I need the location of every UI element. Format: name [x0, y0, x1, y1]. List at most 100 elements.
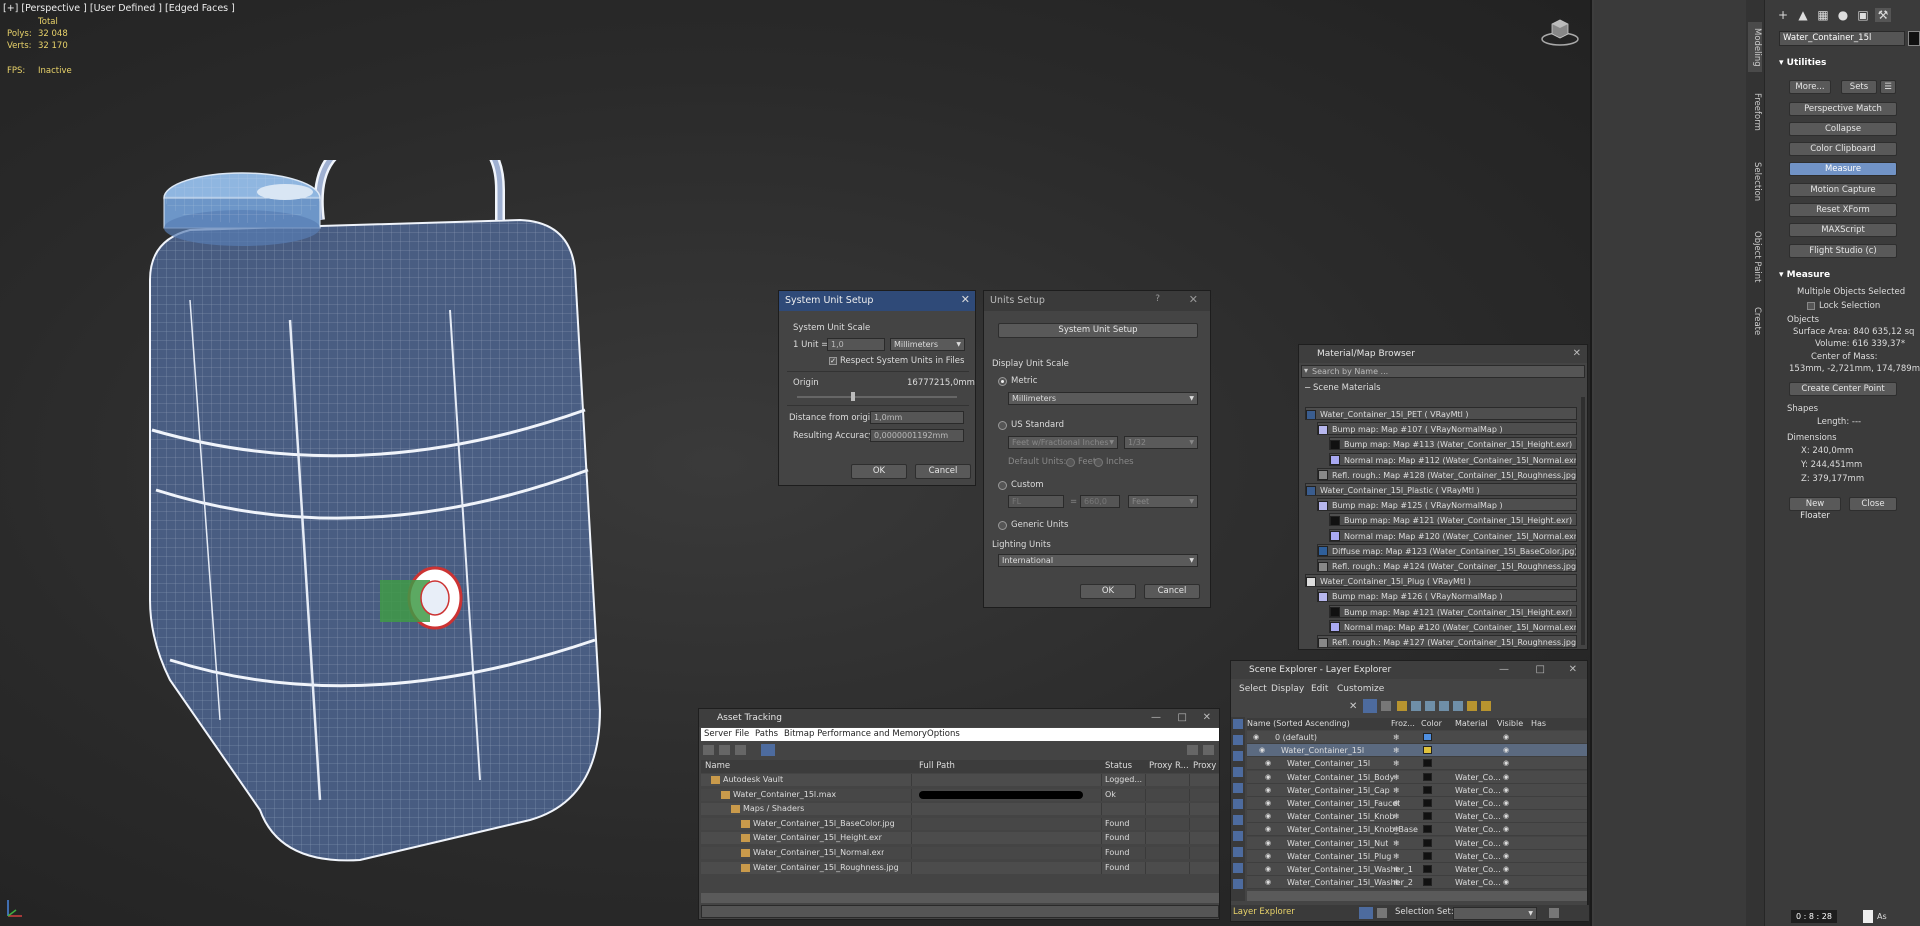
- custom-unit-dropdown[interactable]: Feet: [1128, 495, 1198, 508]
- layer-row[interactable]: ◉ Water_Container_15l ❄ ◉: [1247, 757, 1587, 771]
- visible-icon[interactable]: ◉: [1503, 810, 1509, 823]
- eye-icon[interactable]: ◉: [1265, 850, 1271, 863]
- generic-units-radio[interactable]: [998, 521, 1007, 530]
- menu-bitmap-performance[interactable]: Bitmap Performance and Memory: [784, 728, 927, 741]
- new-floater-button[interactable]: New Floater: [1789, 497, 1841, 521]
- layer-tool-icon-1[interactable]: [1397, 701, 1407, 711]
- material-row[interactable]: Refl. rough.: Map #128 (Water_Container_…: [1317, 467, 1577, 481]
- material-search-box[interactable]: ▾ Search by Name ...: [1301, 365, 1585, 378]
- tab-create[interactable]: Create: [1748, 302, 1762, 340]
- system-unit-setup-title[interactable]: System Unit Setup: [779, 291, 975, 311]
- column-frozen[interactable]: Froz...: [1391, 718, 1415, 730]
- visible-icon[interactable]: ◉: [1503, 863, 1509, 876]
- maximize-icon[interactable]: □: [1536, 661, 1545, 679]
- eye-icon[interactable]: ◉: [1265, 810, 1271, 823]
- visible-icon[interactable]: ◉: [1503, 837, 1509, 850]
- asset-row[interactable]: Water_Container_15l_BaseColor.jpg Found: [701, 817, 1219, 830]
- material-row[interactable]: Bump map: Map #126 ( VRayNormalMap ): [1317, 589, 1577, 603]
- toolbar-icon-1[interactable]: [703, 745, 714, 755]
- menu-display[interactable]: Display: [1271, 683, 1304, 696]
- configure-sets-icon[interactable]: ☰: [1880, 80, 1896, 94]
- layer-color-swatch[interactable]: [1423, 851, 1432, 860]
- tab-object-paint[interactable]: Object Paint: [1748, 228, 1762, 286]
- sets-button[interactable]: Sets: [1841, 80, 1877, 94]
- side-tool-icon-5[interactable]: [1233, 783, 1243, 793]
- layer-row[interactable]: ◉ 0 (default) ❄ ◉: [1247, 731, 1587, 744]
- side-tool-icon-1[interactable]: [1233, 719, 1243, 729]
- material-row[interactable]: Bump map: Map #121 (Water_Container_15l_…: [1329, 604, 1577, 618]
- cancel-button[interactable]: Cancel: [915, 464, 971, 479]
- layer-color-swatch[interactable]: [1423, 733, 1432, 741]
- object-name-field[interactable]: Water_Container_15l: [1779, 31, 1905, 46]
- column-status[interactable]: Status: [1105, 760, 1132, 773]
- freeze-icon[interactable]: ❄: [1393, 863, 1400, 876]
- freeze-icon[interactable]: ❄: [1393, 784, 1400, 797]
- eye-icon[interactable]: ◉: [1265, 837, 1271, 850]
- side-tool-icon-8[interactable]: [1233, 831, 1243, 841]
- help-icon[interactable]: ?: [1155, 294, 1160, 304]
- layer-row[interactable]: ◉ Water_Container_15l_Washer_1 ❄ Water_Co..…: [1247, 863, 1587, 876]
- material-row[interactable]: Diffuse map: Map #123 (Water_Container_1…: [1317, 543, 1577, 557]
- asset-row[interactable]: Water_Container_15l.max Ok: [701, 788, 1219, 801]
- layer-row[interactable]: ◉ Water_Container_15l_Cap ❄ Water_Co... ◉: [1247, 783, 1587, 797]
- motion-capture-button[interactable]: Motion Capture: [1789, 183, 1897, 197]
- collapse-button[interactable]: Collapse: [1789, 122, 1897, 136]
- selection-set-icon[interactable]: [1549, 908, 1559, 918]
- flight-studio-button[interactable]: Flight Studio (c): [1789, 244, 1897, 258]
- column-proxy-resolution[interactable]: Proxy R...: [1149, 760, 1189, 773]
- layer-color-swatch[interactable]: [1423, 878, 1432, 887]
- material-row[interactable]: Water_Container_15l_PET ( VRayMtl ): [1305, 407, 1577, 420]
- selection-set-dropdown[interactable]: [1453, 907, 1537, 920]
- visible-icon[interactable]: ◉: [1503, 876, 1509, 889]
- eye-icon[interactable]: ◉: [1265, 823, 1271, 836]
- close-filter-icon[interactable]: ✕: [1349, 701, 1357, 712]
- menu-file[interactable]: File: [735, 728, 749, 741]
- modify-tab-icon[interactable]: ▲: [1795, 8, 1811, 22]
- tab-modeling[interactable]: Modeling: [1748, 22, 1762, 72]
- filter-icon[interactable]: [1363, 699, 1377, 713]
- eye-icon[interactable]: ◉: [1253, 731, 1259, 744]
- inches-radio[interactable]: [1094, 458, 1103, 467]
- eye-icon[interactable]: ◉: [1265, 784, 1271, 797]
- asset-row[interactable]: Water_Container_15l_Height.exr Found: [701, 832, 1219, 845]
- eye-icon[interactable]: ◉: [1265, 863, 1271, 876]
- layer-color-swatch[interactable]: [1423, 785, 1432, 794]
- freeze-icon[interactable]: ❄: [1393, 771, 1400, 784]
- utilities-tab-icon[interactable]: ⚒: [1875, 8, 1891, 22]
- table-view-icon[interactable]: [761, 744, 775, 756]
- lock-selection-checkbox[interactable]: [1807, 302, 1815, 310]
- menu-server[interactable]: Server: [704, 728, 732, 741]
- freeze-icon[interactable]: ❄: [1393, 850, 1400, 863]
- more-button[interactable]: More...: [1789, 80, 1831, 94]
- material-row[interactable]: Normal map: Map #120 (Water_Container_15…: [1329, 619, 1577, 633]
- visible-icon[interactable]: ◉: [1503, 757, 1509, 770]
- us-units-dropdown[interactable]: Feet w/Fractional Inches: [1008, 436, 1118, 449]
- material-row[interactable]: Normal map: Map #112 (Water_Container_15…: [1329, 452, 1577, 466]
- menu-paths[interactable]: Paths: [755, 728, 778, 741]
- freeze-icon[interactable]: ❄: [1393, 797, 1400, 810]
- eye-icon[interactable]: ◉: [1265, 757, 1271, 770]
- material-row[interactable]: Refl. rough.: Map #124 (Water_Container_…: [1317, 559, 1577, 572]
- scene-materials-header[interactable]: − Scene Materials: [1301, 381, 1585, 395]
- column-color[interactable]: Color: [1421, 718, 1442, 730]
- hierarchy-mode-icon[interactable]: [1377, 908, 1387, 918]
- material-row[interactable]: Bump map: Map #121 (Water_Container_15l_…: [1329, 513, 1577, 527]
- viewport-label[interactable]: [+] [Perspective ] [User Defined ] [Edge…: [3, 3, 235, 14]
- eye-icon[interactable]: ◉: [1265, 797, 1271, 810]
- side-tool-icon-4[interactable]: [1233, 767, 1243, 777]
- us-standard-radio[interactable]: [998, 421, 1007, 430]
- scene-explorer-title[interactable]: Scene Explorer - Layer Explorer: [1231, 661, 1587, 679]
- create-center-point-button[interactable]: Create Center Point: [1789, 382, 1897, 396]
- close-icon[interactable]: ✕: [1569, 661, 1577, 679]
- motion-tab-icon[interactable]: ●: [1835, 8, 1851, 22]
- asset-tracking-title[interactable]: Asset Tracking: [699, 709, 1219, 727]
- layer-color-swatch[interactable]: [1423, 812, 1432, 821]
- material-row[interactable]: Water_Container_15l_Plug ( VRayMtl ): [1305, 574, 1577, 588]
- menu-edit[interactable]: Edit: [1311, 683, 1328, 696]
- wireframe-model[interactable]: [130, 160, 690, 880]
- close-icon[interactable]: ✕: [1189, 293, 1198, 306]
- freeze-icon[interactable]: ❄: [1393, 823, 1400, 836]
- eye-icon[interactable]: ◉: [1265, 876, 1271, 889]
- layer-row[interactable]: ◉ Water_Container_15l_Body ❄ Water_Co... ◉: [1247, 770, 1587, 784]
- material-row[interactable]: Bump map: Map #107 ( VRayNormalMap ): [1317, 422, 1577, 436]
